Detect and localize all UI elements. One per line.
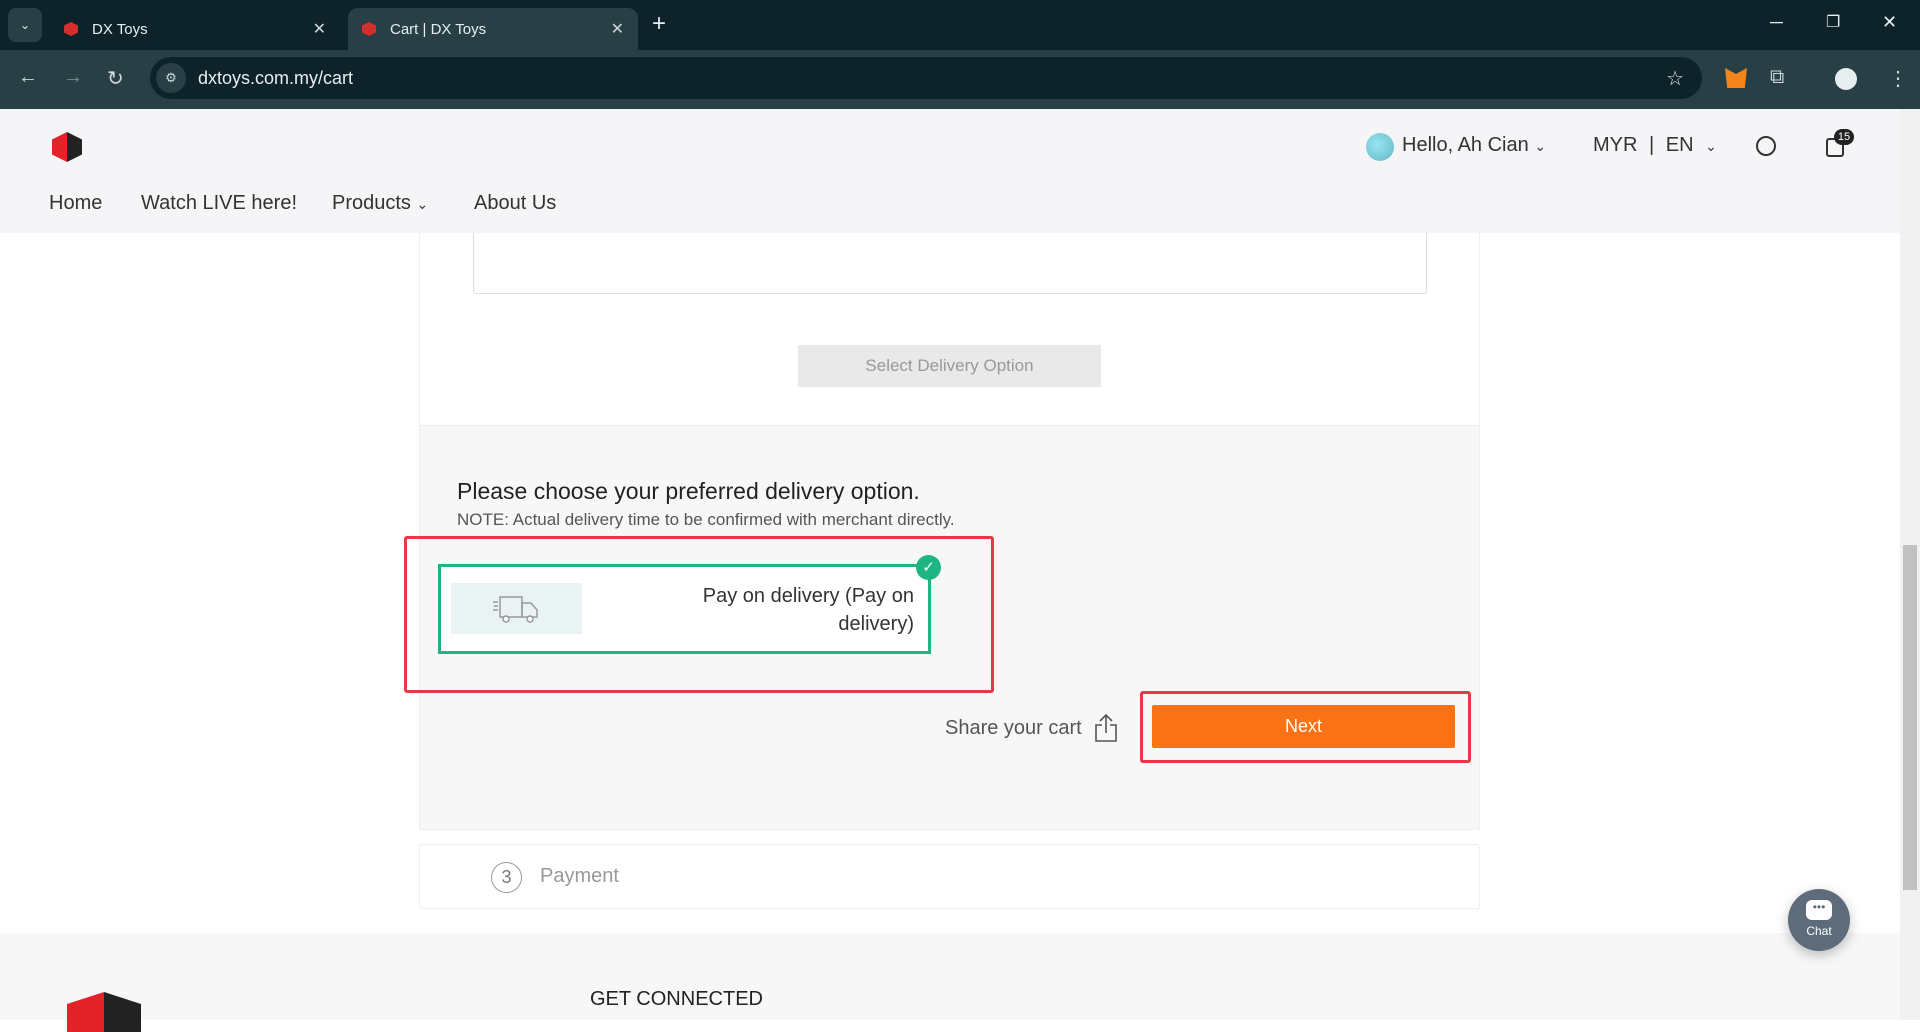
step-number: 3 bbox=[491, 862, 522, 893]
nav-about-us[interactable]: About Us bbox=[474, 192, 556, 215]
share-cart-label: Share your cart bbox=[945, 716, 1082, 739]
delivery-heading: Please choose your preferred delivery op… bbox=[457, 478, 920, 504]
close-tab-icon[interactable]: ✕ bbox=[313, 19, 326, 39]
new-tab-button[interactable]: + bbox=[652, 10, 666, 38]
separator: | bbox=[1649, 134, 1655, 156]
language-text: EN bbox=[1665, 134, 1694, 156]
search-icon[interactable] bbox=[1756, 136, 1776, 156]
delivery-option-label: Pay on delivery (Pay on delivery) bbox=[702, 585, 914, 635]
select-delivery-option-button[interactable]: Select Delivery Option bbox=[798, 345, 1101, 387]
share-cart-button[interactable]: Share your cart bbox=[945, 713, 1118, 743]
minimize-icon[interactable]: ─ bbox=[1770, 12, 1783, 33]
tab-dx-toys[interactable]: DX Toys ✕ bbox=[50, 8, 340, 50]
chevron-down-icon: ⌄ bbox=[416, 196, 429, 212]
address-bar[interactable]: ⚙ dxtoys.com.my/cart ☆ bbox=[150, 57, 1702, 99]
nav-products[interactable]: Products ⌄ bbox=[332, 192, 428, 215]
selected-check-icon: ✓ bbox=[916, 555, 941, 580]
currency-language-selector[interactable]: MYR | EN ⌄ bbox=[1593, 134, 1717, 157]
greeting-text: Hello, Ah Cian bbox=[1402, 134, 1529, 156]
chevron-down-icon: ⌄ bbox=[1534, 138, 1547, 154]
footer bbox=[0, 933, 1900, 1020]
chat-button[interactable]: ••• Chat bbox=[1788, 889, 1850, 951]
tab-cart[interactable]: Cart | DX Toys ✕ bbox=[348, 8, 638, 50]
profile-icon[interactable] bbox=[1835, 68, 1857, 90]
delivery-option-pay-on-delivery[interactable]: Pay on delivery (Pay on delivery) bbox=[438, 564, 931, 654]
favicon-icon bbox=[362, 22, 376, 36]
chat-label: Chat bbox=[1806, 924, 1832, 938]
site-info-icon[interactable]: ⚙ bbox=[156, 63, 186, 93]
truck-icon bbox=[492, 595, 538, 623]
tab-title: Cart | DX Toys bbox=[390, 20, 487, 38]
url-text: dxtoys.com.my/cart bbox=[198, 67, 354, 88]
back-icon[interactable]: ← bbox=[18, 66, 38, 89]
truck-icon-box bbox=[451, 583, 582, 634]
share-icon bbox=[1094, 713, 1117, 742]
tab-title: DX Toys bbox=[92, 20, 148, 38]
address-textarea[interactable] bbox=[473, 233, 1427, 294]
delivery-note: NOTE: Actual delivery time to be confirm… bbox=[457, 510, 955, 529]
chevron-down-icon: ⌄ bbox=[1705, 138, 1717, 154]
close-window-icon[interactable]: ✕ bbox=[1882, 12, 1897, 33]
forward-icon[interactable]: → bbox=[63, 66, 83, 89]
cart-count-badge: 15 bbox=[1834, 129, 1854, 145]
currency-text: MYR bbox=[1593, 134, 1638, 156]
bookmark-star-icon[interactable]: ☆ bbox=[1666, 66, 1684, 91]
close-tab-icon[interactable]: ✕ bbox=[611, 19, 624, 39]
step-label: Payment bbox=[540, 865, 619, 887]
nav-watch-live[interactable]: Watch LIVE here! bbox=[141, 192, 297, 215]
nav-home[interactable]: Home bbox=[49, 192, 102, 215]
next-button[interactable]: Next bbox=[1152, 705, 1455, 748]
reload-icon[interactable]: ↻ bbox=[107, 66, 124, 91]
account-menu[interactable]: Hello, Ah Cian ⌄ bbox=[1402, 134, 1546, 157]
restore-icon[interactable]: ❐ bbox=[1826, 12, 1840, 32]
favicon-icon bbox=[64, 22, 78, 36]
chat-bubble-icon: ••• bbox=[1806, 900, 1832, 920]
scrollbar-thumb[interactable] bbox=[1903, 545, 1917, 890]
payment-step[interactable]: 3 Payment bbox=[419, 844, 1480, 909]
nav-products-label: Products bbox=[332, 192, 411, 214]
avatar[interactable] bbox=[1366, 133, 1394, 161]
menu-icon[interactable]: ⋮ bbox=[1888, 66, 1908, 91]
extensions-icon[interactable]: ⧉ bbox=[1770, 66, 1784, 89]
footer-heading: GET CONNECTED bbox=[590, 988, 763, 1010]
tab-search-button[interactable]: ⌄ bbox=[8, 8, 42, 42]
